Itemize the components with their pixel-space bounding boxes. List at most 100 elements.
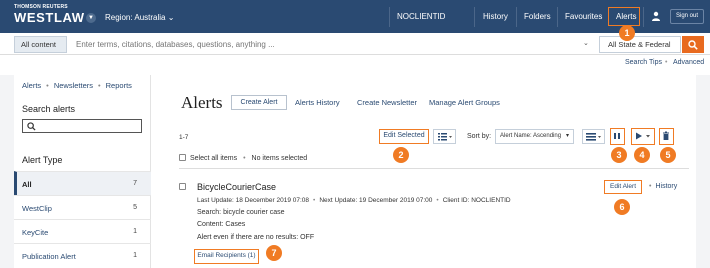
alert-checkbox[interactable] (179, 183, 186, 190)
list-options-button[interactable] (433, 129, 456, 144)
play-icon (636, 132, 650, 140)
advanced-search-link[interactable]: Advanced (673, 59, 704, 66)
chevron-down-icon: ▾ (565, 133, 569, 139)
select-all-checkbox[interactable] (179, 154, 186, 161)
callout-6: 6 (614, 199, 630, 215)
search-bar: All content ⌄ All State & Federal (0, 33, 710, 55)
run-alert-button[interactable] (631, 128, 655, 145)
chevron-down-icon: ⌄ (167, 13, 175, 22)
select-all-label: Select all items (190, 155, 238, 162)
callout-3: 3 (611, 147, 627, 163)
search-tips-link[interactable]: Search Tips (625, 59, 662, 66)
sidebar-item-label: Publication Alert (22, 252, 76, 261)
search-icon (688, 40, 698, 50)
sidebar-link-reports[interactable]: Reports (106, 81, 132, 90)
region-selector[interactable]: Region: Australia ⌄ (105, 13, 174, 22)
page-title: Alerts (181, 93, 223, 112)
alert-content-type: Content: Cases (197, 221, 246, 228)
sidebar-item-count: 5 (133, 204, 137, 211)
pause-icon (614, 133, 620, 139)
sidebar-item-label: All (22, 180, 32, 189)
region-label: Region: Australia (105, 13, 166, 22)
sidebar-item-keycite[interactable]: KeyCite 1 (14, 219, 151, 243)
search-dropdown-chevron-icon[interactable]: ⌄ (583, 39, 592, 48)
sort-select-value: Alert Name: Ascending (500, 133, 562, 139)
email-recipients-button[interactable]: Email Recipients (1) (194, 249, 259, 264)
list-toolbar: 1-7 Edit Selected Sort by: Alert Name: A… (151, 127, 696, 147)
alerts-link[interactable]: Alerts (616, 12, 636, 21)
next-update: Next Update: 19 December 2019 07:00 (319, 197, 433, 204)
nav-divider (643, 7, 644, 27)
sidebar-item-publication-alert[interactable]: Publication Alert 1 (14, 243, 151, 267)
alerts-panel: Alerts Create Alert Alerts History Creat… (151, 75, 696, 268)
separator: • (313, 197, 316, 204)
delete-alert-button[interactable] (659, 128, 674, 145)
display-options-icon (586, 133, 601, 141)
top-navigation-bar: THOMSON REUTERS WESTLAW ▼ Region: Austra… (0, 0, 710, 33)
create-newsletter-link[interactable]: Create Newsletter (357, 98, 417, 107)
sidebar-link-alerts[interactable]: Alerts (22, 81, 41, 90)
link-separator: • (665, 59, 668, 66)
last-update: Last Update: 18 December 2019 07:08 (197, 197, 310, 204)
search-alerts-heading: Search alerts (22, 104, 76, 114)
logo-product: WESTLAW (14, 10, 85, 25)
separator: • (436, 197, 439, 204)
jurisdiction-select[interactable]: All State & Federal (599, 36, 681, 53)
alert-history-link[interactable]: • History (649, 183, 677, 190)
sidebar-item-label: WestClip (22, 204, 52, 213)
alert-search-terms: Search: bicycle courier case (197, 209, 285, 216)
sidebar-item-count: 7 (133, 180, 137, 187)
divider (179, 168, 689, 169)
manage-alert-groups-link[interactable]: Manage Alert Groups (429, 98, 500, 107)
sidebar-item-all[interactable]: All 7 (14, 171, 151, 195)
sidebar-item-label: KeyCite (22, 228, 49, 237)
nav-divider (557, 7, 558, 27)
alert-no-results-setting: Alert even if there are no results: OFF (197, 234, 315, 241)
sidebar-item-westclip[interactable]: WestClip 5 (14, 195, 151, 219)
link-separator: • (46, 81, 49, 90)
display-options-button[interactable] (582, 129, 605, 144)
sidebar-item-count: 1 (133, 252, 137, 259)
edit-alert-button[interactable]: Edit Alert (604, 180, 642, 194)
folders-link[interactable]: Folders (524, 12, 551, 21)
favourites-link[interactable]: Favourites (565, 12, 602, 21)
alerts-history-link[interactable]: Alerts History (295, 98, 340, 107)
alert-meta: Last Update: 18 December 2019 07:08 • Next… (197, 197, 511, 204)
result-count: 1-7 (179, 134, 189, 141)
content-type-select[interactable]: All content (14, 36, 67, 53)
suspend-alert-button[interactable] (610, 128, 625, 145)
separator: • (243, 155, 246, 162)
nav-divider (516, 7, 517, 27)
selection-status: No items selected (251, 155, 308, 162)
callout-7: 7 (266, 245, 282, 261)
trash-icon (663, 131, 669, 140)
sidebar: Alerts • Newsletters • Reports Search alerts… (14, 75, 151, 268)
client-id-link[interactable]: NOCLIENTID (397, 12, 445, 21)
alert-title[interactable]: BicycleCourierCase (197, 182, 276, 192)
nav-divider (474, 7, 475, 27)
sidebar-breadcrumb: Alerts • Newsletters • Reports (22, 81, 132, 90)
separator: • (649, 183, 652, 190)
nav-divider (389, 7, 390, 27)
sidebar-link-newsletters[interactable]: Newsletters (54, 81, 93, 90)
create-alert-button[interactable]: Create Alert (231, 95, 287, 110)
search-button[interactable] (682, 36, 704, 53)
product-menu-chevron-icon[interactable]: ▼ (86, 13, 96, 23)
link-separator: • (98, 81, 101, 90)
alert-list-item: BicycleCourierCase Last Update: 18 Decem… (179, 177, 689, 268)
edit-selected-button[interactable]: Edit Selected (379, 129, 429, 144)
user-icon[interactable] (651, 11, 661, 21)
search-alerts-input[interactable] (22, 119, 142, 133)
search-icon (27, 122, 36, 131)
client-id: Client ID: NOCLIENTID (442, 197, 511, 204)
sort-select[interactable]: Alert Name: Ascending ▾ (495, 129, 574, 144)
search-input[interactable] (76, 37, 576, 52)
sign-out-button[interactable]: Sign out (670, 9, 704, 24)
list-icon (438, 133, 452, 141)
callout-2: 2 (393, 147, 409, 163)
callout-4: 4 (634, 147, 650, 163)
westlaw-logo[interactable]: THOMSON REUTERS WESTLAW (14, 5, 85, 25)
history-link[interactable]: History (483, 12, 508, 21)
callout-5: 5 (660, 147, 676, 163)
sidebar-item-count: 1 (133, 228, 137, 235)
